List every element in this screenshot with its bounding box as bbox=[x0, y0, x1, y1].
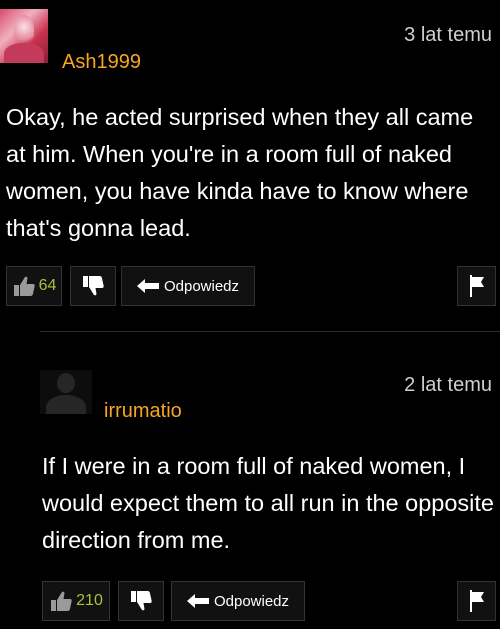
comment-text: If I were in a room full of naked women,… bbox=[42, 453, 494, 553]
like-button[interactable]: 64 bbox=[6, 266, 62, 306]
flag-button[interactable] bbox=[457, 266, 496, 306]
reply-label: Odpowiedz bbox=[163, 277, 240, 295]
like-count: 210 bbox=[76, 592, 103, 609]
reply-arrow-icon bbox=[186, 594, 209, 608]
thumbs-down-icon bbox=[81, 275, 105, 297]
dislike-button[interactable] bbox=[118, 581, 164, 621]
timestamp: 3 lat temu bbox=[404, 24, 492, 46]
reply-label: Odpowiedz bbox=[213, 592, 290, 610]
flag-icon bbox=[468, 590, 486, 612]
thumbs-down-icon bbox=[129, 590, 153, 612]
flag-button[interactable] bbox=[457, 581, 496, 621]
reply-arrow-icon bbox=[136, 279, 159, 293]
like-button[interactable]: 210 bbox=[42, 581, 110, 621]
avatar[interactable] bbox=[40, 370, 92, 414]
thumbs-up-icon bbox=[49, 590, 73, 612]
username[interactable]: Ash1999 bbox=[62, 51, 141, 74]
reply-button[interactable]: Odpowiedz bbox=[121, 266, 255, 306]
flag-icon bbox=[468, 275, 486, 297]
dislike-button[interactable] bbox=[70, 266, 116, 306]
comment-text: Okay, he acted surprised when they all c… bbox=[6, 104, 474, 241]
username[interactable]: irrumatio bbox=[104, 400, 182, 423]
reply-button[interactable]: Odpowiedz bbox=[171, 581, 305, 621]
like-count: 64 bbox=[38, 277, 57, 294]
divider bbox=[40, 331, 500, 332]
thumbs-up-icon bbox=[12, 275, 36, 297]
avatar[interactable] bbox=[0, 9, 48, 63]
timestamp: 2 lat temu bbox=[404, 374, 492, 396]
